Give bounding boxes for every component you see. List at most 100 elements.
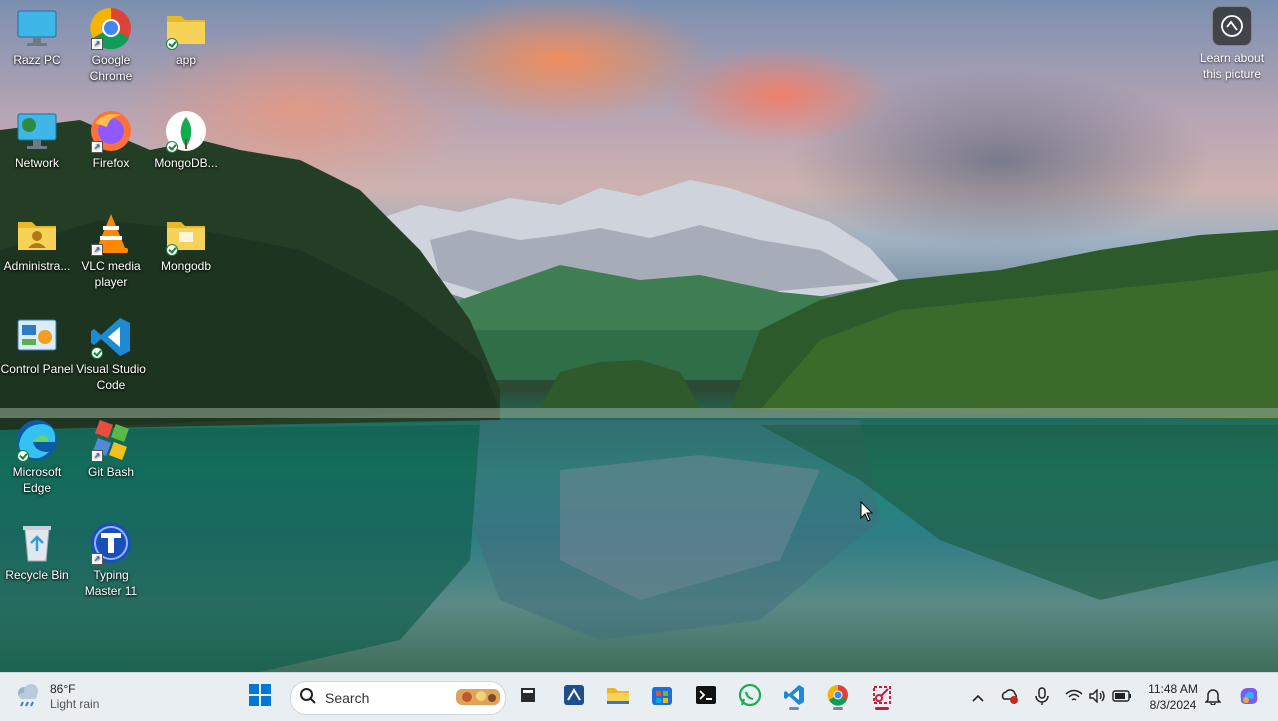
monitor-icon bbox=[15, 6, 59, 50]
mouse-cursor-icon bbox=[860, 500, 874, 528]
weather-condition: Light rain bbox=[50, 697, 100, 711]
folder-icon bbox=[164, 6, 208, 50]
desktop-icon-vlc[interactable]: ↗ VLC media player bbox=[74, 206, 148, 290]
vlc-icon: ↗ bbox=[89, 212, 133, 256]
taskbar-app-chrome[interactable] bbox=[822, 681, 854, 713]
running-indicator bbox=[789, 707, 799, 710]
copilot-button[interactable] bbox=[1238, 685, 1260, 709]
typing-master-icon: ↗ bbox=[89, 521, 133, 565]
vscode-icon bbox=[89, 315, 133, 359]
desktop-icon-label: Control Panel bbox=[0, 362, 74, 376]
learn-about-picture[interactable]: Learn about this picture bbox=[1192, 6, 1272, 82]
desktop-icon-label: Visual Studio Code bbox=[76, 362, 146, 392]
search-label: Search bbox=[325, 690, 370, 706]
desktop-icon-label: Network bbox=[14, 156, 59, 170]
desktop-icon-label: Firefox bbox=[92, 156, 130, 170]
desktop-icon-control-panel[interactable]: Control Panel bbox=[0, 309, 74, 377]
desktop-icon-label: Git Bash bbox=[87, 465, 135, 479]
taskbar-app-snipping[interactable] bbox=[558, 681, 590, 713]
notifications-button[interactable] bbox=[1202, 685, 1224, 709]
desktop-icon-git-bash[interactable]: ↗ Git Bash bbox=[74, 412, 148, 480]
desktop-icon-label: MongoDB... bbox=[154, 156, 218, 170]
taskbar-app-terminal[interactable] bbox=[690, 681, 722, 713]
tray-onedrive[interactable] bbox=[999, 685, 1021, 709]
running-indicator bbox=[875, 707, 889, 710]
sync-check-icon bbox=[166, 244, 178, 256]
recycle-bin-icon bbox=[15, 521, 59, 565]
taskbar-app-whatsapp[interactable] bbox=[734, 681, 766, 713]
taskbar-app-file[interactable] bbox=[512, 681, 544, 713]
chevron-up-icon bbox=[972, 689, 984, 705]
desktop-icon-label: app bbox=[175, 53, 197, 67]
cloud-error-icon bbox=[1000, 687, 1020, 708]
edge-icon bbox=[15, 418, 59, 462]
learn-about-label: Learn about this picture bbox=[1199, 51, 1265, 81]
landscape-illustration bbox=[0, 120, 1278, 672]
desktop-icon-vscode[interactable]: Visual Studio Code bbox=[74, 309, 148, 393]
sync-check-icon bbox=[17, 450, 29, 462]
desktop-icon-label: Typing Master 11 bbox=[84, 568, 138, 598]
desktop-icon-google-chrome[interactable]: ↗ Google Chrome bbox=[74, 0, 148, 84]
shortcut-arrow-icon: ↗ bbox=[91, 450, 103, 462]
desktop-icon-network[interactable]: Network bbox=[0, 103, 74, 171]
desktop-icon-label: Microsoft Edge bbox=[12, 465, 62, 495]
shortcut-arrow-icon: ↗ bbox=[91, 553, 103, 565]
clock-time: 11:48 AM bbox=[1148, 682, 1198, 696]
desktop-icon-recycle-bin[interactable]: Recycle Bin bbox=[0, 515, 74, 583]
tray-wifi[interactable] bbox=[1063, 685, 1085, 709]
file-icon bbox=[518, 685, 538, 710]
copilot-icon bbox=[1237, 685, 1261, 710]
desktop-icon-typing-master[interactable]: ↗ Typing Master 11 bbox=[74, 515, 148, 599]
user-folder-icon bbox=[15, 212, 59, 256]
shortcut-arrow-icon: ↗ bbox=[91, 38, 103, 50]
windows-logo-icon bbox=[249, 683, 271, 711]
desktop-icon-app[interactable]: app bbox=[149, 0, 223, 68]
snipping-icon bbox=[563, 684, 585, 711]
tray-battery[interactable] bbox=[1111, 685, 1133, 709]
terminal-icon bbox=[695, 685, 717, 710]
desktop-icon-label: Razz PC bbox=[13, 53, 61, 67]
whatsapp-icon bbox=[738, 683, 762, 712]
desktop-icon-razz-pc[interactable]: Razz PC bbox=[0, 0, 74, 68]
bell-icon bbox=[1204, 687, 1222, 708]
tray-microphone[interactable] bbox=[1031, 685, 1053, 709]
taskbar-clock[interactable]: 11:48 AM 8/3/2024 bbox=[1140, 681, 1206, 713]
store-icon bbox=[651, 684, 673, 711]
desktop-icon-mongodb-compass[interactable]: MongoDB... bbox=[149, 103, 223, 171]
show-hidden-icons-button[interactable] bbox=[967, 685, 989, 709]
running-indicator bbox=[833, 707, 843, 710]
start-button[interactable] bbox=[244, 681, 276, 713]
desktop-icon-mongodb-folder[interactable]: Mongodb bbox=[149, 206, 223, 274]
taskbar: 86°F Light rain Search 11:48 AM 8/3/2024 bbox=[0, 672, 1278, 721]
control-panel-icon bbox=[15, 315, 59, 359]
mongodb-icon bbox=[164, 109, 208, 153]
battery-icon bbox=[1112, 689, 1132, 705]
search-highlight-icon bbox=[455, 685, 501, 712]
sync-check-icon bbox=[166, 38, 178, 50]
taskbar-app-explorer[interactable] bbox=[602, 681, 634, 713]
git-bash-icon: ↗ bbox=[89, 418, 133, 462]
camera-icon[interactable] bbox=[1212, 6, 1252, 46]
explorer-icon bbox=[606, 684, 630, 711]
search-icon bbox=[299, 687, 317, 710]
wifi-icon bbox=[1065, 689, 1083, 706]
desktop-icon-administrator[interactable]: Administra... bbox=[0, 206, 74, 274]
desktop-icon-label: VLC media player bbox=[81, 259, 141, 289]
desktop-icon-label: Mongodb bbox=[160, 259, 212, 273]
weather-widget[interactable]: 86°F Light rain bbox=[14, 679, 99, 715]
weather-temp: 86°F bbox=[50, 682, 76, 696]
firefox-icon: ↗ bbox=[89, 109, 133, 153]
tray-volume[interactable] bbox=[1087, 685, 1109, 709]
chrome-icon: ↗ bbox=[89, 6, 133, 50]
microphone-icon bbox=[1035, 686, 1049, 708]
desktop-icon-microsoft-edge[interactable]: Microsoft Edge bbox=[0, 412, 74, 496]
speaker-icon bbox=[1089, 687, 1107, 706]
taskbar-search[interactable]: Search bbox=[290, 681, 506, 715]
desktop-icon-label: Google Chrome bbox=[89, 53, 133, 83]
taskbar-app-snip-tool[interactable] bbox=[866, 681, 898, 713]
taskbar-app-store[interactable] bbox=[646, 681, 678, 713]
network-icon bbox=[15, 109, 59, 153]
desktop-icon-firefox[interactable]: ↗ Firefox bbox=[74, 103, 148, 171]
rain-cloud-icon bbox=[14, 681, 42, 714]
taskbar-app-vscode[interactable] bbox=[778, 681, 810, 713]
